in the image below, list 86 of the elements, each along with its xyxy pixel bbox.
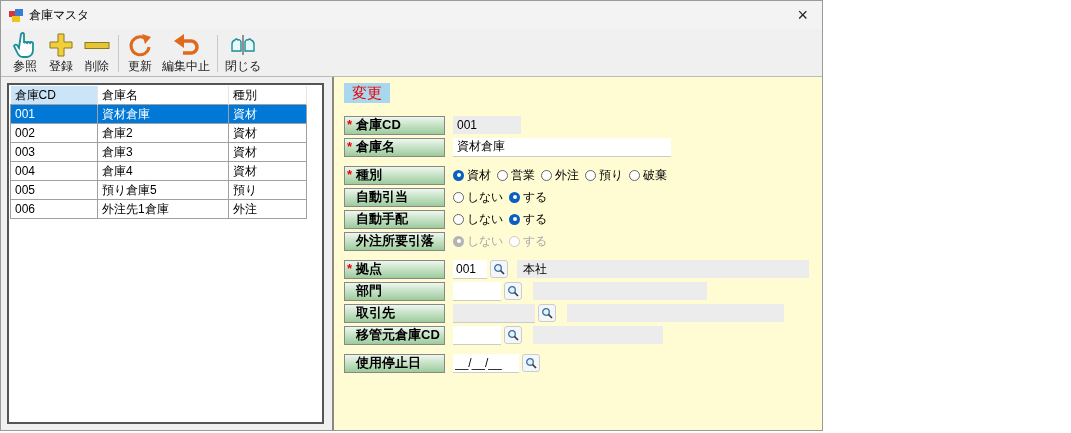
radio-button[interactable]	[585, 169, 596, 181]
toolbar-button[interactable]: 参照	[7, 31, 43, 76]
field-label-text: 移管元倉庫CD	[355, 326, 440, 345]
table-cell: 倉庫2	[97, 123, 229, 143]
table-cell: 預り	[228, 180, 307, 200]
code-field: 001	[453, 116, 521, 134]
radio-label: 外注	[555, 167, 579, 184]
search-button[interactable]	[538, 304, 556, 322]
radio-label: 預り	[599, 167, 623, 184]
search-button[interactable]	[504, 282, 522, 300]
table-cell: 資材	[228, 142, 307, 162]
name-field: 本社	[517, 260, 809, 278]
search-icon	[525, 357, 537, 369]
search-button[interactable]	[490, 260, 508, 278]
field-label-text: 取引先	[355, 304, 395, 323]
toolbar-button[interactable]: 登録	[43, 31, 79, 76]
required-mark: *	[346, 166, 354, 185]
field-label-text: 自動手配	[355, 210, 408, 229]
radio-button[interactable]	[497, 169, 508, 181]
table-cell: 003	[10, 142, 98, 162]
required-mark: *	[346, 138, 354, 157]
plus-icon	[47, 31, 75, 59]
field-label-text: 使用停止日	[355, 354, 421, 373]
table-cell: 006	[10, 199, 98, 219]
table-cell: 002	[10, 123, 98, 143]
column-header[interactable]: 倉庫名	[97, 86, 229, 105]
table-cell: 資材	[228, 104, 307, 124]
search-icon	[507, 285, 519, 297]
field-label-text: 拠点	[355, 260, 382, 279]
required-mark: *	[346, 116, 354, 135]
window-title: 倉庫マスタ	[29, 7, 89, 24]
input-field[interactable]	[453, 281, 501, 301]
radio-label: しない	[467, 211, 503, 228]
radio-label: する	[523, 233, 547, 250]
toolbar-button[interactable]: 閉じる	[221, 31, 265, 76]
radio-label: する	[523, 189, 547, 206]
table-cell: 預り倉庫5	[97, 180, 229, 200]
radio-button[interactable]	[509, 191, 520, 203]
search-icon	[541, 307, 553, 319]
radio-label: しない	[467, 189, 503, 206]
app-icon	[9, 8, 23, 22]
table-cell: 外注先1倉庫	[97, 199, 229, 219]
toolbar-button[interactable]: 削除	[79, 31, 115, 76]
radio-button[interactable]	[629, 169, 640, 181]
radio-button[interactable]	[453, 169, 464, 181]
mode-label: 変更	[344, 83, 390, 103]
input-field[interactable]: 資材倉庫	[453, 137, 671, 157]
table-cell: 倉庫3	[97, 142, 229, 162]
field-label-text: 種別	[355, 166, 382, 185]
radio-button[interactable]	[453, 191, 464, 203]
radio-label: 破棄	[643, 167, 667, 184]
search-icon	[507, 329, 519, 341]
table-cell: 外注	[228, 199, 307, 219]
toolbar-button[interactable]: 編集中止	[158, 31, 214, 76]
required-mark: *	[346, 260, 354, 279]
radio-button[interactable]	[509, 213, 520, 225]
date-field[interactable]: __/__/__	[453, 353, 519, 373]
search-button[interactable]	[522, 354, 540, 372]
search-button[interactable]	[504, 326, 522, 344]
table-cell: 資材	[228, 161, 307, 181]
table-cell: 資材倉庫	[97, 104, 229, 124]
field-label-text: 外注所要引落	[355, 232, 434, 251]
close-button[interactable]: ×	[791, 6, 814, 24]
table-cell: 005	[10, 180, 98, 200]
table-cell: 資材	[228, 123, 307, 143]
input-field[interactable]	[453, 325, 501, 345]
radio-label: 資材	[467, 167, 491, 184]
radio-label: しない	[467, 233, 503, 250]
radio-button[interactable]	[453, 213, 464, 225]
column-header[interactable]: 倉庫CD	[10, 86, 98, 105]
radio-label: する	[523, 211, 547, 228]
field-label-text: 自動引当	[355, 188, 408, 207]
table-row[interactable]: 001 資材倉庫 資材	[10, 104, 307, 124]
table-cell: 001	[10, 104, 98, 124]
column-header[interactable]: 種別	[228, 86, 307, 105]
input-field[interactable]: 001	[453, 259, 487, 279]
field-label-text: 倉庫名	[355, 138, 395, 157]
toolbar-button[interactable]: 更新	[122, 31, 158, 76]
minus-icon	[83, 41, 111, 49]
search-icon	[493, 263, 505, 275]
radio-label: 営業	[511, 167, 535, 184]
field-label-text: 倉庫CD	[355, 116, 401, 135]
table-cell: 004	[10, 161, 98, 181]
field-label-text: 部門	[355, 282, 382, 301]
radio-button[interactable]	[541, 169, 552, 181]
table-cell: 倉庫4	[97, 161, 229, 181]
